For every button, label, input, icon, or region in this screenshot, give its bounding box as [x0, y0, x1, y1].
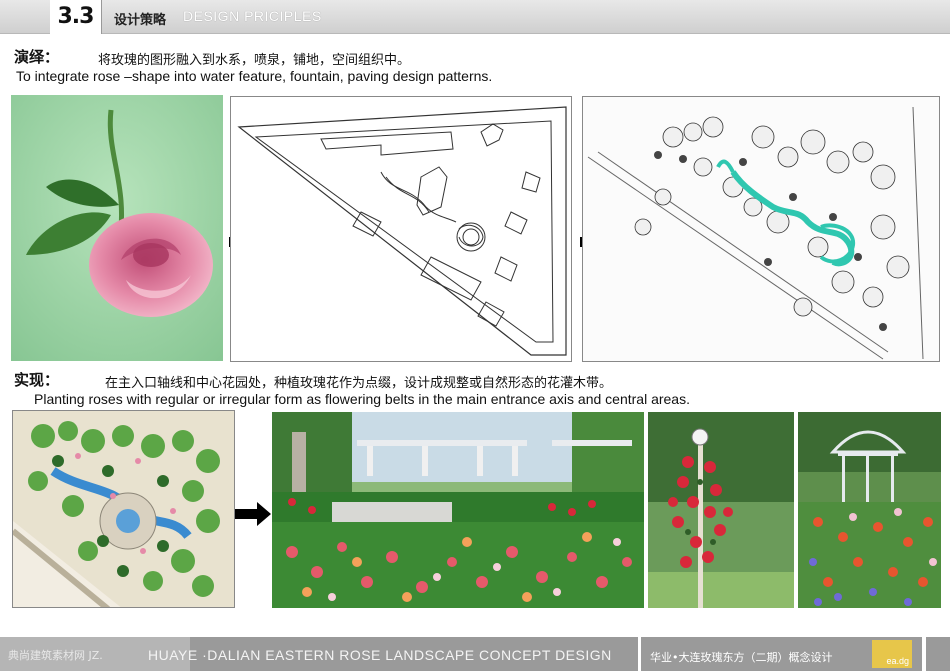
interpretation-text-en: To integrate rose –shape into water feat… [16, 68, 493, 84]
page-footer: 典尚建筑素材网 JZ. HUAYE ·DALIAN EASTERN ROSE L… [0, 637, 950, 671]
section-header: 3.3 设计策略 DESIGN PRICIPLES [0, 0, 950, 34]
footer-divider [922, 637, 926, 671]
footer-project-title-en: HUAYE ·DALIAN EASTERN ROSE LANDSCAPE CON… [148, 647, 612, 663]
central-garden-color-plan [12, 410, 235, 608]
footer-watermark: 典尚建筑素材网 JZ. [8, 649, 103, 662]
logo-text: ea.dg [886, 656, 909, 666]
climbing-rose-lamp-post-photo [648, 412, 794, 608]
rose-photo [11, 95, 223, 361]
gazebo-flower-garden-photo [798, 412, 941, 608]
interpretation-label: 演绎： [14, 48, 60, 66]
formal-rose-garden-photo [272, 412, 644, 608]
rose-shape-sketch-plan [230, 96, 572, 362]
landscape-master-plan [582, 96, 940, 362]
implementation-text-cn: 在主入口轴线和中心花园处，种植玫瑰花作为点缀，设计成规整或自然形态的花灌木带。 [105, 376, 613, 391]
implementation-text-en: Planting roses with regular or irregular… [34, 391, 690, 407]
section-title-cn: 设计策略 [114, 13, 167, 28]
interpretation-text-cn: 将玫瑰的图形融入到水系，喷泉，铺地，空间组织中。 [98, 53, 411, 68]
footer-project-title-cn: 华业•大连玫瑰东方（二期）概念设计 [650, 651, 833, 664]
section-number: 3.3 [50, 0, 102, 34]
section-title-en: DESIGN PRICIPLES [183, 8, 322, 24]
implementation-label: 实现： [14, 371, 60, 389]
right-arrow-icon [235, 502, 271, 526]
company-logo: ea.dg [872, 640, 912, 668]
footer-divider [638, 637, 641, 671]
